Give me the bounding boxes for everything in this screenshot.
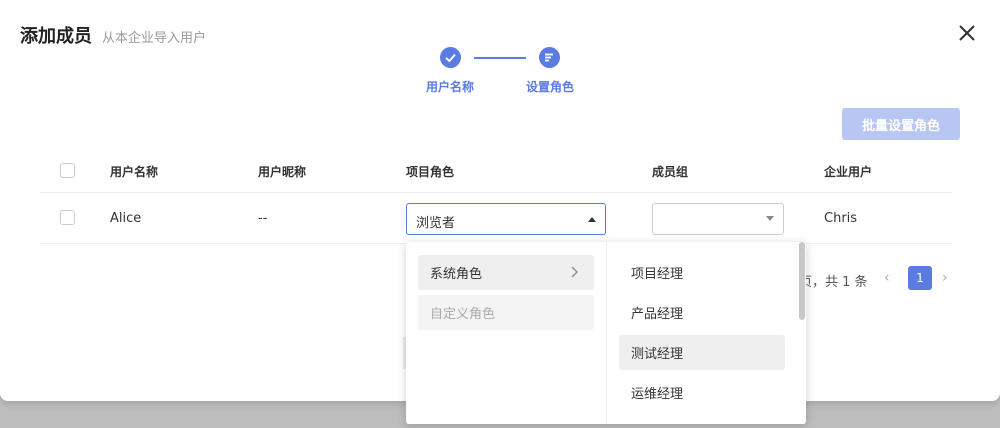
check-icon	[445, 53, 456, 63]
category-system-roles[interactable]: 系统角色	[418, 255, 594, 290]
dropdown-divider	[606, 242, 607, 424]
header-member-group: 成员组	[652, 165, 689, 179]
role-option-label: 运维经理	[631, 387, 684, 402]
header-nickname: 用户昵称	[258, 165, 307, 179]
role-option-label: 测试经理	[631, 347, 684, 362]
category-label: 自定义角色	[430, 307, 496, 322]
header-username: 用户名称	[110, 165, 159, 179]
step-connector	[474, 57, 526, 59]
cell-username: Alice	[110, 211, 142, 226]
header-project-role: 项目角色	[406, 165, 455, 179]
chevron-right-icon	[571, 266, 578, 278]
role-option-label: 产品经理	[631, 307, 684, 322]
pagination-summary: 页，共 1 条	[799, 275, 868, 290]
role-cascader-dropdown: 系统角色 自定义角色 项目经理 产品经理 测试经理 运维经理	[406, 242, 806, 424]
category-custom-roles: 自定义角色	[418, 295, 594, 330]
header-enterprise-user: 企业用户	[824, 165, 873, 179]
category-label: 系统角色	[430, 267, 483, 282]
caret-up-icon	[588, 217, 596, 222]
step-2-label: 设置角色	[526, 80, 575, 94]
batch-set-role-button[interactable]: 批量设置角色	[842, 108, 960, 140]
list-icon	[545, 53, 553, 62]
step-1-circle	[440, 47, 461, 68]
dialog-title: 添加成员	[20, 26, 92, 47]
scrollbar-thumb[interactable]	[799, 242, 805, 320]
select-all-checkbox[interactable]	[60, 163, 75, 178]
role-option-product-manager[interactable]: 产品经理	[619, 295, 785, 330]
role-option-project-manager[interactable]: 项目经理	[619, 255, 785, 290]
cell-nickname: --	[258, 211, 268, 226]
close-icon[interactable]	[956, 22, 978, 44]
project-role-value: 浏览者	[416, 216, 456, 231]
member-group-select[interactable]	[652, 203, 784, 235]
step-1-label: 用户名称	[426, 80, 475, 94]
close-button[interactable]	[956, 22, 978, 44]
page-button-current[interactable]: 1	[908, 266, 932, 290]
row-checkbox[interactable]	[60, 210, 75, 225]
project-role-select[interactable]: 浏览者	[406, 203, 606, 235]
dialog-subtitle: 从本企业导入用户	[102, 31, 207, 46]
caret-down-icon	[766, 216, 774, 221]
role-option-ops-manager[interactable]: 运维经理	[619, 375, 785, 410]
header-divider	[40, 192, 952, 193]
cell-enterprise-user: Chris	[824, 211, 858, 226]
role-option-test-manager[interactable]: 测试经理	[619, 335, 785, 370]
dropdown-scrollbar[interactable]	[798, 242, 806, 424]
chevron-right-icon[interactable]: ›	[942, 270, 948, 286]
chevron-left-icon[interactable]: ‹	[884, 270, 890, 286]
step-2-circle	[539, 47, 560, 68]
role-option-label: 项目经理	[631, 267, 684, 282]
